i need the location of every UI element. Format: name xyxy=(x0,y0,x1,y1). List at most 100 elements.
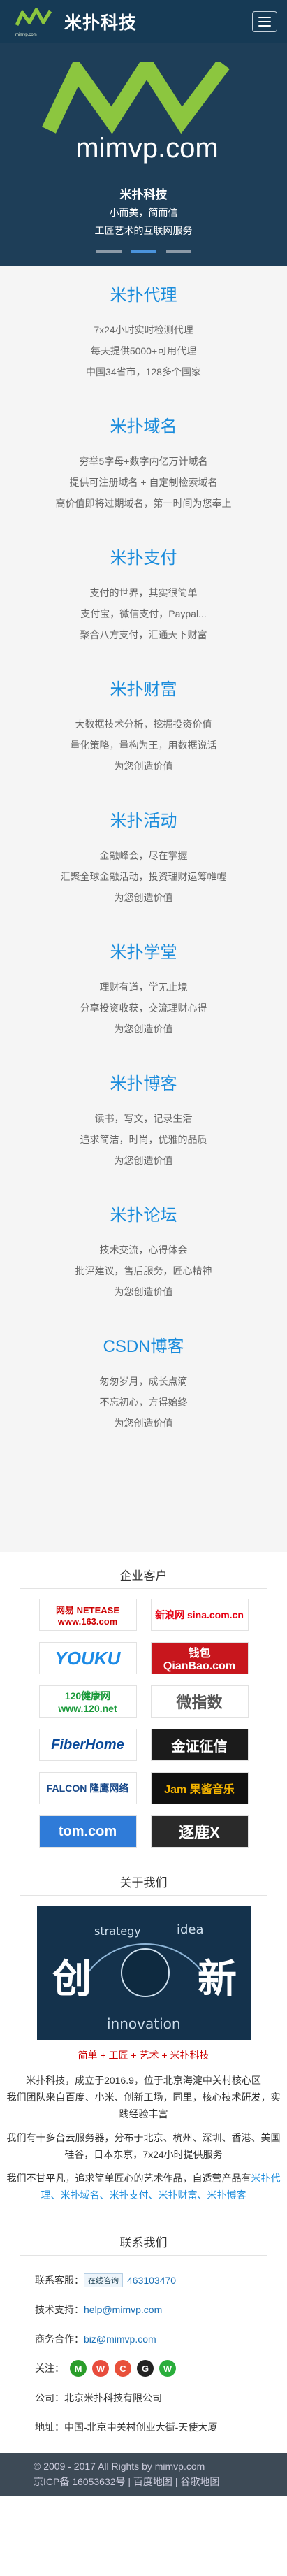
page-footer: © 2009 - 2017 All Rights by mimvp.com 京I… xyxy=(0,2453,287,2496)
contact-label: 地址： xyxy=(35,2422,64,2433)
client-logo[interactable]: 120健康网 www.120.net xyxy=(38,1685,137,1718)
service-blog: 米扑博客 读书，写文，记录生活 追求简洁，时尚，优雅的品质 为您创造价值 xyxy=(0,1070,287,1201)
copyright: © 2009 - 2017 All Rights by mimvp.com xyxy=(34,2461,205,2472)
service-line: 为您创造价值 xyxy=(114,892,173,903)
mimvp-icon[interactable]: M xyxy=(70,2360,87,2377)
contact-company: 公司： 北京米扑科技有限公司 xyxy=(35,2383,252,2412)
contact-list: 联系客服： 在线咨询 463103470 技术支持： help@mimvp.co… xyxy=(0,2266,287,2442)
carousel-dot[interactable] xyxy=(96,250,122,253)
image-word: 新 xyxy=(198,1957,237,2002)
service-line: 聚合八方支付，汇通天下财富 xyxy=(80,629,207,640)
about-line: 我们不甘平凡，追求简单匠心的艺术作品，自适营产品有米扑代理、米扑域名、米扑支付、… xyxy=(3,2170,284,2203)
banner-domain: mimvp.com xyxy=(75,133,219,164)
service-domain: 米扑域名 穷举5字母+数字内亿万计域名 提供可注册域名 + 自定制检索域名 高价… xyxy=(0,412,287,544)
client-logo[interactable]: YOUKU xyxy=(38,1642,137,1674)
service-title[interactable]: 米扑博客 xyxy=(0,1070,287,1094)
menu-line-icon xyxy=(258,21,271,22)
qq-number-link[interactable]: 463103470 xyxy=(127,2275,176,2286)
client-logo[interactable]: 网易 NETEASE www.163.com xyxy=(38,1599,137,1631)
tag-separator: + xyxy=(100,2050,106,2061)
service-title[interactable]: 米扑支付 xyxy=(0,544,287,568)
client-logo[interactable]: Jam 果酱音乐 xyxy=(150,1772,249,1804)
service-title[interactable]: 米扑活动 xyxy=(0,807,287,831)
carousel-dot[interactable] xyxy=(165,250,191,253)
service-title[interactable]: CSDN博客 xyxy=(0,1332,287,1357)
menu-line-icon xyxy=(258,25,271,27)
address-text: 中国-北京中关村创业大街-天使大厦 xyxy=(64,2422,218,2433)
service-title[interactable]: 米扑域名 xyxy=(0,412,287,437)
contact-label: 公司： xyxy=(35,2392,64,2403)
client-logo[interactable]: 金证征信 xyxy=(150,1729,249,1761)
contact-address: 地址： 中国-北京中关村创业大街-天使大厦 xyxy=(35,2412,252,2442)
image-word: 创 xyxy=(52,1957,91,2002)
clients-section: 企业客户 网易 NETEASE www.163.com 新浪网 sina.com… xyxy=(0,1564,287,1848)
about-section: 关于我们 strategy idea 创 新 innovation 简单 + 工… xyxy=(0,1871,287,2203)
service-forum: 米扑论坛 技术交流，心得体会 批评建议，售后服务，匠心精神 为您创造价值 xyxy=(0,1201,287,1332)
image-word: strategy xyxy=(94,1924,141,1938)
about-line: 米扑科技，成立于2016.9，位于北京海淀中关村核心区 xyxy=(26,2075,261,2086)
wechat-icon[interactable]: W xyxy=(159,2360,176,2377)
about-line: 我们团队来自百度、小米、创新工场，同里，核心技术研发，实践经验丰富 xyxy=(6,2092,281,2120)
image-word: innovation xyxy=(107,2015,181,2032)
support-email-link[interactable]: help@mimvp.com xyxy=(84,2304,162,2315)
service-title[interactable]: 米扑财富 xyxy=(0,675,287,700)
tag-separator: + xyxy=(161,2050,168,2061)
client-logo[interactable]: FALCON 隆鹰网络 xyxy=(38,1772,137,1804)
service-line: 中国34省市，128多个国家 xyxy=(86,366,201,377)
weibo-icon[interactable]: W xyxy=(92,2360,109,2377)
about-line-text: 我们不甘平凡，追求简单匠心的艺术作品，自适营产品有 xyxy=(6,2173,251,2184)
business-email-link[interactable]: biz@mimvp.com xyxy=(84,2333,156,2345)
service-line: 追求简洁，时尚，优雅的品质 xyxy=(80,1134,207,1145)
service-line: 为您创造价值 xyxy=(114,1023,173,1035)
service-events: 米扑活动 金融峰会，尽在掌握 汇聚全球金融活动，投资理财运筹帷幄 为您创造价值 xyxy=(0,807,287,938)
service-line: 理财有道，学无止境 xyxy=(99,981,188,993)
divider xyxy=(20,1588,267,1589)
service-line: 量化策略，量构为王，用数据说话 xyxy=(70,740,217,751)
online-chat-button[interactable]: 在线咨询 xyxy=(84,2273,123,2287)
icp-links[interactable]: 京ICP备 16053632号 | 百度地图 | 谷歌地图 xyxy=(34,2474,253,2489)
client-logo[interactable]: FiberHome xyxy=(38,1729,137,1761)
service-proxy: 米扑代理 7x24小时实时检测代理 每天提供5000+可用代理 中国34省市，1… xyxy=(0,281,287,412)
about-paragraph: 米扑科技，成立于2016.9，位于北京海淀中关村核心区 我们团队来自百度、小米、… xyxy=(0,2072,287,2203)
image-word: idea xyxy=(177,1922,204,1937)
client-logo[interactable]: 新浪网 sina.com.cn xyxy=(150,1599,249,1631)
logo[interactable]: mimvp.com 米扑科技 xyxy=(15,7,138,37)
client-logo[interactable]: 钱包 QianBao.com xyxy=(150,1642,249,1674)
service-line: 为您创造价值 xyxy=(114,761,173,772)
banner-logo-icon xyxy=(42,51,244,142)
github-icon[interactable]: G xyxy=(137,2360,154,2377)
service-line: 不忘初心，方得始终 xyxy=(99,1397,188,1408)
innovation-image: strategy idea 创 新 innovation xyxy=(36,1906,251,2040)
about-line: 我们有十多台云服务器，分布于北京、杭州、深圳、香港、美国硅谷，日本东京，7x24… xyxy=(6,2132,281,2160)
services-section: 米扑代理 7x24小时实时检测代理 每天提供5000+可用代理 中国34省市，1… xyxy=(0,266,287,1552)
client-logo[interactable]: 微指数 xyxy=(150,1685,249,1718)
service-line: 为您创造价值 xyxy=(114,1155,173,1166)
menu-line-icon xyxy=(258,17,271,18)
divider xyxy=(20,2255,267,2256)
service-title[interactable]: 米扑论坛 xyxy=(0,1201,287,1225)
carousel-dot-active[interactable] xyxy=(131,250,156,253)
brand-name: 米扑科技 xyxy=(64,13,138,33)
tag: 米扑科技 xyxy=(170,2050,209,2061)
logo-subtext: mimvp.com xyxy=(15,33,37,37)
tag: 简单 xyxy=(78,2050,98,2061)
section-title: 企业客户 xyxy=(119,1569,168,1583)
hero-carousel[interactable]: mimvp.com 米扑科技 小而美，简而信 工匠艺术的互联网服务 xyxy=(0,43,287,266)
client-logo-grid: 网易 NETEASE www.163.com 新浪网 sina.com.cn Y… xyxy=(0,1599,287,1848)
contact-support: 技术支持： help@mimvp.com xyxy=(35,2295,252,2324)
service-pay: 米扑支付 支付的世界，其实很简单 支付宝，微信支付，Paypal... 聚合八方… xyxy=(0,544,287,675)
client-logo[interactable]: tom.com xyxy=(38,1815,137,1848)
about-tags: 简单 + 工匠 + 艺术 + 米扑科技 xyxy=(0,2048,287,2062)
service-line: 大数据技术分析，挖掘投资价值 xyxy=(75,719,212,730)
contact-label: 关注： xyxy=(35,2363,64,2374)
csdn-icon[interactable]: C xyxy=(115,2360,131,2377)
service-line: 穷举5字母+数字内亿万计域名 xyxy=(79,456,208,467)
client-logo[interactable]: 逐鹿X xyxy=(150,1815,249,1848)
service-title[interactable]: 米扑学堂 xyxy=(0,938,287,963)
section-title: 关于我们 xyxy=(119,1876,168,1890)
service-wealth: 米扑财富 大数据技术分析，挖掘投资价值 量化策略，量构为王，用数据说话 为您创造… xyxy=(0,675,287,807)
hamburger-menu-button[interactable] xyxy=(252,11,277,32)
service-csdn: CSDN博客 匆匆岁月，成长点滴 不忘初心，方得始终 为您创造价值 xyxy=(0,1332,287,1464)
service-title[interactable]: 米扑代理 xyxy=(0,281,287,305)
banner-slogan: 小而美，简而信 xyxy=(109,207,178,218)
